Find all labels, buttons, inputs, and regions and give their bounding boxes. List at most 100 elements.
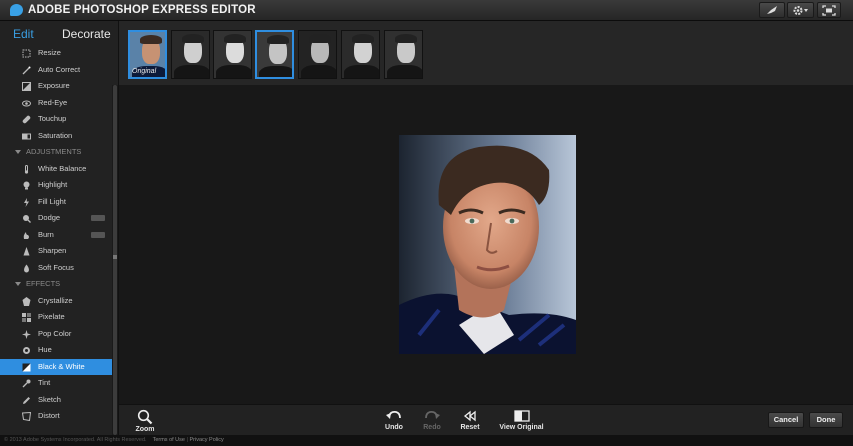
menu-item-pop-color[interactable]: Pop Color: [0, 326, 112, 343]
copyright-text: © 2013 Adobe Systems Incorporated. All R…: [4, 437, 147, 443]
menu-item-black-white[interactable]: Black & White: [0, 358, 112, 375]
menu-item-label: Burn: [38, 229, 54, 239]
app-title: ADOBE PHOTOSHOP EXPRESS EDITOR: [28, 4, 256, 16]
brush-icon: [767, 6, 777, 14]
menu-item-label: Crystallize: [38, 295, 73, 305]
menu-item-white-balance[interactable]: White Balance: [0, 161, 112, 178]
menu-item-label: Touchup: [38, 114, 67, 123]
menu-item-touchup[interactable]: Touchup: [0, 111, 112, 128]
menu-item-tint[interactable]: Tint: [0, 375, 112, 392]
burn-icon: [23, 231, 29, 239]
menu-item-label: Auto Correct: [38, 64, 81, 74]
sidebar-tabs: Edit Decorate: [0, 21, 112, 45]
menu-item-label: Dodge: [38, 213, 61, 222]
menu-item-resize[interactable]: Resize: [0, 45, 112, 62]
pencil-icon: [23, 396, 30, 404]
menu-item-label: Exposure: [38, 81, 70, 90]
thumbnail-bw-variant-2[interactable]: [213, 30, 252, 79]
menu-item-fill-light[interactable]: Fill Light: [0, 194, 112, 211]
view-original-button[interactable]: View Original: [498, 409, 545, 431]
thumbnail-bw-variant-1[interactable]: [171, 30, 210, 79]
bottom-toolbar: Zoom Undo Redo Reset View Original Cance…: [119, 404, 853, 435]
undo-button[interactable]: Undo: [384, 409, 404, 431]
menu-item-highlight[interactable]: Highlight: [0, 177, 112, 194]
menu-item-sharpen[interactable]: Sharpen: [0, 243, 112, 260]
dodge-icon: [23, 215, 31, 223]
reset-label: Reset: [460, 424, 480, 431]
portrait-image: [399, 135, 576, 354]
menu-item-label: Pixelate: [38, 312, 65, 321]
tab-decorate[interactable]: Decorate: [62, 27, 111, 41]
redo-icon: [425, 410, 440, 419]
tools-menu: Resize Auto Correct Exposure Red-Eye Tou…: [0, 45, 112, 425]
thumbnail-bw-variant-3[interactable]: [255, 30, 294, 79]
menu-item-label: Sketch: [38, 394, 61, 404]
menu-item-saturation[interactable]: Saturation: [0, 128, 112, 145]
photoshop-express-logo-icon: [10, 4, 23, 16]
done-button[interactable]: Done: [809, 412, 843, 428]
dropper-icon: [22, 379, 31, 388]
fullscreen-button[interactable]: [817, 2, 841, 18]
menu-item-hue[interactable]: Hue: [0, 342, 112, 359]
effect-preview-strip: Original: [119, 21, 853, 85]
redo-button[interactable]: Redo: [422, 409, 442, 431]
menu-item-auto-correct[interactable]: Auto Correct: [0, 62, 112, 79]
thumbnail-original[interactable]: Original: [128, 30, 167, 79]
privacy-policy-link[interactable]: Privacy Policy: [189, 437, 223, 443]
beta-badge: [91, 215, 105, 221]
redo-label: Redo: [423, 424, 441, 431]
popcolor-icon: [22, 329, 31, 339]
menu-item-label: Tint: [38, 378, 51, 387]
menu-item-label: Red-Eye: [38, 97, 68, 107]
share-button[interactable]: [759, 2, 785, 18]
drop-icon: [24, 264, 29, 272]
eye-icon: [22, 100, 31, 106]
pixelate-icon: [22, 313, 31, 322]
menu-item-label: Hue: [38, 345, 52, 354]
menu-item-exposure[interactable]: Exposure: [0, 78, 112, 95]
menu-item-sketch[interactable]: Sketch: [0, 392, 112, 409]
menu-item-label: Soft Focus: [38, 262, 74, 272]
section-heading-effects[interactable]: EFFECTS: [0, 276, 112, 293]
cancel-button[interactable]: Cancel: [768, 412, 804, 428]
menu-item-label: Fill Light: [38, 196, 66, 206]
menu-item-label: Sharpen: [38, 246, 67, 255]
scrollbar-thumb[interactable]: [113, 85, 117, 435]
thermometer-icon: [24, 164, 29, 174]
section-heading-label: ADJUSTMENTS: [26, 147, 82, 156]
edited-photo[interactable]: [399, 135, 576, 354]
menu-item-red-eye[interactable]: Red-Eye: [0, 95, 112, 112]
menu-item-label: Distort: [38, 411, 60, 420]
collapse-arrow-icon: [15, 150, 21, 154]
footer: © 2013 Adobe Systems Incorporated. All R…: [0, 435, 853, 446]
menu-item-burn[interactable]: Burn: [0, 227, 112, 244]
rewind-icon: [463, 410, 476, 422]
thumbnail-bw-variant-4[interactable]: [298, 30, 337, 79]
terms-of-use-link[interactable]: Terms of Use: [153, 437, 185, 443]
thumbnail-bw-variant-5[interactable]: [341, 30, 380, 79]
menu-item-label: Black & White: [38, 361, 85, 371]
title-bar: ADOBE PHOTOSHOP EXPRESS EDITOR: [0, 0, 853, 21]
menu-item-label: Highlight: [38, 180, 68, 189]
fullscreen-icon: [822, 5, 836, 16]
sidebar-scrollbar[interactable]: [112, 85, 118, 435]
zoom-button[interactable]: Zoom: [134, 409, 156, 433]
section-heading-adjustments[interactable]: ADJUSTMENTS: [0, 144, 112, 161]
tab-edit[interactable]: Edit: [13, 27, 34, 41]
crystal-icon: [22, 296, 31, 306]
menu-item-pixelate[interactable]: Pixelate: [0, 309, 112, 326]
reset-button[interactable]: Reset: [459, 409, 481, 431]
menu-item-distort[interactable]: Distort: [0, 408, 112, 425]
zoom-label: Zoom: [135, 426, 155, 433]
menu-item-label: Pop Color: [38, 328, 72, 338]
thumbnail-bw-variant-6[interactable]: [384, 30, 423, 79]
settings-button[interactable]: [787, 2, 814, 18]
menu-item-label: Saturation: [38, 130, 73, 140]
menu-item-dodge[interactable]: Dodge: [0, 210, 112, 227]
menu-item-soft-focus[interactable]: Soft Focus: [0, 260, 112, 277]
saturation-icon: [22, 133, 31, 139]
menu-item-label: Resize: [38, 48, 61, 57]
menu-item-crystallize[interactable]: Crystallize: [0, 293, 112, 310]
flash-icon: [24, 197, 29, 207]
bw-icon: [22, 363, 31, 371]
